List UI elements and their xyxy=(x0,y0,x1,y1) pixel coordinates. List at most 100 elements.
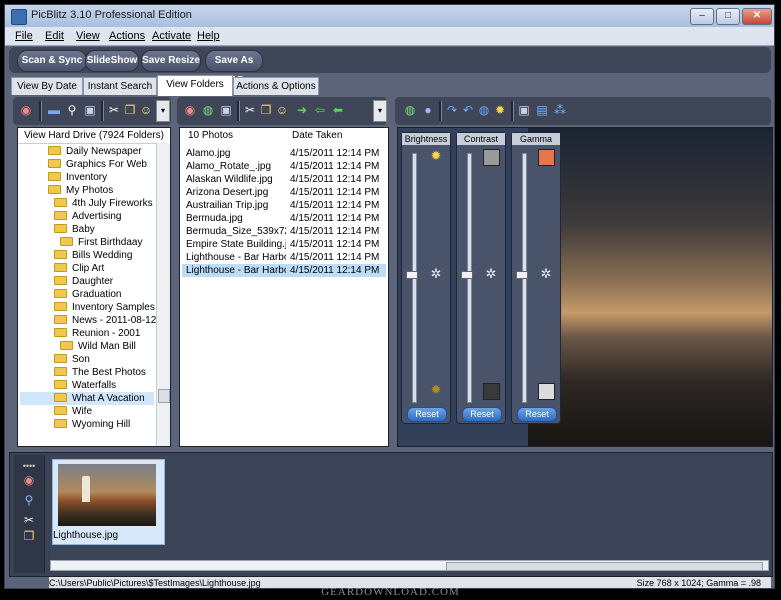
color-icon[interactable]: ◍ xyxy=(403,103,417,117)
tree-header[interactable]: View Hard Drive (7924 Folders) xyxy=(18,128,170,144)
save-icon[interactable]: ▣ xyxy=(83,103,97,117)
menu-file[interactable]: File xyxy=(15,30,33,42)
close-button[interactable]: ✕ xyxy=(742,8,772,25)
tree-item[interactable]: Daughter xyxy=(54,275,113,288)
toolbar-dropdown[interactable]: ▾ xyxy=(373,100,387,122)
copy-icon[interactable]: ❐ xyxy=(123,103,137,117)
folder-icon xyxy=(54,197,67,207)
gamma-slider-handle[interactable] xyxy=(516,271,528,279)
tree-item[interactable]: Daily Newspaper xyxy=(48,145,142,158)
tree-item[interactable]: Graduation xyxy=(54,288,121,301)
gamma-title: Gamma xyxy=(512,133,560,145)
slideshow-button[interactable]: SlideShow xyxy=(85,50,139,72)
menu-view[interactable]: View xyxy=(76,30,100,42)
tree-item[interactable]: Waterfalls xyxy=(54,379,116,392)
tree-item-selected[interactable]: What A Vacation xyxy=(20,392,154,405)
brightness-slider-handle[interactable] xyxy=(406,271,418,279)
tab-view-by-date[interactable]: View By Date xyxy=(11,77,83,95)
tree-item[interactable]: The Best Photos xyxy=(54,366,146,379)
tab-actions-options[interactable]: Actions & Options xyxy=(233,77,319,95)
tree-scroll-thumb[interactable] xyxy=(158,389,170,403)
tree-item[interactable]: Wife xyxy=(54,405,92,418)
tree-item[interactable]: First Birthdaay xyxy=(60,236,142,249)
copy-icon[interactable]: ❐ xyxy=(259,103,273,117)
photo-row[interactable]: Bermuda.jpg 4/15/2011 12:14 PM xyxy=(182,212,386,225)
move-left-icon[interactable]: ⇦ xyxy=(313,103,327,117)
tree-item[interactable]: Wyoming Hill xyxy=(54,418,130,431)
contrast-reset-button[interactable]: Reset xyxy=(462,407,502,422)
photo-row[interactable]: Bermuda_Size_539x720 4/15/2011 12:14 PM xyxy=(182,225,386,238)
save-resize-button[interactable]: Save Resize xyxy=(141,50,201,72)
tree-item[interactable]: 4th July Fireworks xyxy=(54,197,153,210)
photo-row[interactable]: Arizona Desert.jpg 4/15/2011 12:14 PM xyxy=(182,186,386,199)
copy-icon[interactable]: ❐ xyxy=(22,529,36,543)
menu-activate[interactable]: Activate xyxy=(152,30,191,42)
tree-item[interactable]: Clip Art xyxy=(54,262,104,275)
tree-item[interactable]: Advertising xyxy=(54,210,121,223)
photo-row[interactable]: Alamo.jpg 4/15/2011 12:14 PM xyxy=(182,147,386,160)
save-icon[interactable]: ▣ xyxy=(219,103,233,117)
maximize-button[interactable]: □ xyxy=(716,8,740,25)
tree-scrollbar[interactable] xyxy=(156,143,170,446)
export-icon[interactable]: ▤ xyxy=(535,103,549,117)
photo-row[interactable]: Alaskan Wildlife.jpg 4/15/2011 12:14 PM xyxy=(182,173,386,186)
tree-item[interactable]: Bills Wedding xyxy=(54,249,132,262)
menu-help[interactable]: Help xyxy=(197,30,220,42)
tab-view-folders[interactable]: View Folders xyxy=(157,75,233,96)
menu-edit[interactable]: Edit xyxy=(45,30,64,42)
brightness-icon[interactable]: ✹ xyxy=(493,103,507,117)
tree-item[interactable]: Inventory Samples xyxy=(54,301,155,314)
photo-row[interactable]: Empire State Building.jp 4/15/2011 12:14 … xyxy=(182,238,386,251)
filmstrip-scroll-thumb[interactable] xyxy=(446,562,763,571)
photo-row[interactable]: Alamo_Rotate_.jpg 4/15/2011 12:14 PM xyxy=(182,160,386,173)
save-as-jpg-button[interactable]: Save As JPG xyxy=(205,50,263,86)
tab-instant-search[interactable]: Instant Search xyxy=(83,77,157,95)
tree-item[interactable]: Wild Man Bill xyxy=(60,340,136,353)
sync-icon[interactable]: ◍ xyxy=(201,103,215,117)
rename-icon[interactable]: ▬ xyxy=(47,103,61,117)
tree-item[interactable]: News - 2011-08-12 xyxy=(54,314,156,327)
tree-item[interactable]: Son xyxy=(54,353,90,366)
filmstrip-scrollbar[interactable] xyxy=(50,560,769,571)
back-arrow-icon[interactable]: ⬅ xyxy=(331,103,345,117)
thumbnail-item[interactable]: Lighthouse.jpg xyxy=(52,459,165,545)
save-icon[interactable]: ▣ xyxy=(517,103,531,117)
web-icon[interactable]: ◍ xyxy=(477,103,491,117)
scan-sync-button[interactable]: Scan & Sync xyxy=(17,50,87,72)
toolbar-separator xyxy=(439,101,442,121)
dots-icon[interactable]: •••• xyxy=(22,459,36,473)
tips-icon[interactable]: ☺ xyxy=(139,103,153,117)
zoom-icon[interactable]: ⚲ xyxy=(22,493,36,507)
rotate-right-icon[interactable]: ↷ xyxy=(445,103,459,117)
tree-item[interactable]: Reunion - 2001 xyxy=(54,327,140,340)
share-icon[interactable]: ⁂ xyxy=(553,103,567,117)
refresh-icon[interactable]: ◉ xyxy=(183,103,197,117)
tree-item[interactable]: Inventory xyxy=(48,171,107,184)
contrast-slider-handle[interactable] xyxy=(461,271,473,279)
zoom-icon[interactable]: ⚲ xyxy=(65,103,79,117)
sphere-icon[interactable]: ● xyxy=(421,103,435,117)
toolbar-dropdown[interactable]: ▾ xyxy=(156,100,170,122)
menu-actions[interactable]: Actions xyxy=(109,30,145,42)
tree-item[interactable]: My Photos xyxy=(48,184,113,197)
tree-item[interactable]: Graphics For Web xyxy=(48,158,147,171)
minimize-button[interactable]: – xyxy=(690,8,714,25)
photo-row[interactable]: Austrailian Trip.jpg 4/15/2011 12:14 PM xyxy=(182,199,386,212)
scan-icon[interactable]: ◉ xyxy=(22,473,36,487)
rotate-left-icon[interactable]: ↶ xyxy=(461,103,475,117)
contrast-panel: Contrast ✲ Reset xyxy=(456,132,506,424)
cut-icon[interactable]: ✂ xyxy=(107,103,121,117)
date-taken-header[interactable]: Date Taken xyxy=(292,128,342,143)
forward-arrow-icon[interactable]: ➜ xyxy=(295,103,309,117)
photo-count-header[interactable]: 10 Photos xyxy=(188,128,233,143)
photo-row[interactable]: Lighthouse - Bar Harbor. 4/15/2011 12:14 … xyxy=(182,251,386,264)
gamma-reset-button[interactable]: Reset xyxy=(517,407,557,422)
scan-icon[interactable]: ◉ xyxy=(19,103,33,117)
brightness-reset-button[interactable]: Reset xyxy=(407,407,447,422)
tips-icon[interactable]: ☺ xyxy=(275,103,289,117)
tree-item[interactable]: Baby xyxy=(54,223,95,236)
photo-row-selected[interactable]: Lighthouse - Bar Harbor 4/15/2011 12:14 P… xyxy=(182,264,386,277)
list-toolbar: ◉ ◍ ▣ ✂ ❐ ☺ ➜ ⇦ ⬅ ▾ xyxy=(177,97,387,125)
cut-icon[interactable]: ✂ xyxy=(243,103,257,117)
cut-icon[interactable]: ✂ xyxy=(22,513,36,527)
